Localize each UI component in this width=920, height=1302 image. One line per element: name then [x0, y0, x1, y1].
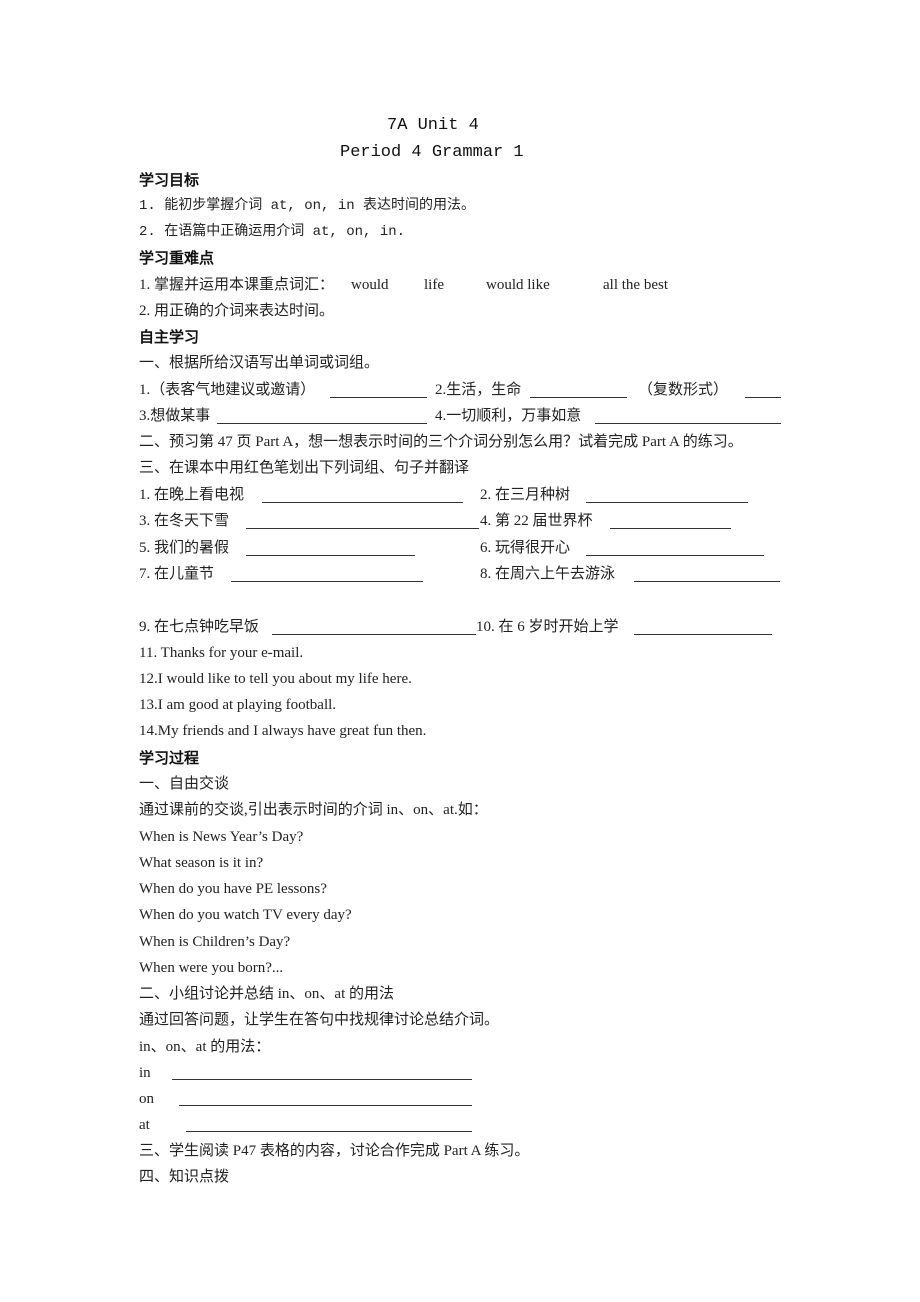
vocab-word: would — [351, 277, 389, 293]
answer-blank-in[interactable] — [172, 1079, 472, 1080]
phrase-item: 3. 在冬天下雪 — [139, 513, 230, 529]
phrase-item: 6. 玩得很开心 — [480, 540, 571, 556]
part2-title: 二、预习第 47 页 Part A，想一想表示时间的三个介词分别怎么用？试着完成… — [139, 434, 743, 450]
vocab-prompt: （复数形式） — [638, 382, 729, 398]
sentence-item: 11. Thanks for your e-mail. — [139, 645, 304, 661]
step4-title: 四、知识点拨 — [139, 1169, 230, 1185]
phrase-item: 9. 在七点钟吃早饭 — [139, 619, 260, 635]
phrase-item: 4. 第 22 届世界杯 — [480, 513, 593, 529]
key-point-item-1: 1. 掌握并运用本课重点词汇： — [139, 277, 335, 293]
objective-item: 2. 在语篇中正确运用介词 at, on, in. — [139, 224, 406, 240]
phrase-item: 5. 我们的暑假 — [139, 540, 230, 556]
document-title: 7A Unit 4 — [387, 116, 479, 135]
answer-blank[interactable] — [586, 502, 748, 503]
key-points-heading: 学习重难点 — [139, 249, 215, 267]
question-item: When is News Year’s Day? — [139, 829, 304, 845]
key-point-item-2: 2. 用正确的介词来表达时间。 — [139, 303, 335, 319]
question-item: When were you born?... — [139, 960, 284, 976]
answer-blank-at[interactable] — [186, 1131, 472, 1132]
usage-label-at: at — [139, 1117, 150, 1133]
answer-blank[interactable] — [586, 555, 764, 556]
phrase-item: 10. 在 6 岁时开始上学 — [476, 619, 619, 635]
answer-blank[interactable] — [610, 528, 731, 529]
step1-intro: 通过课前的交谈,引出表示时间的介词 in、on、at.如： — [139, 802, 488, 818]
vocab-prompt: 3.想做某事 — [139, 408, 211, 424]
answer-blank[interactable] — [595, 423, 781, 424]
question-item: What season is it in? — [139, 855, 264, 871]
usage-label-in: in — [139, 1065, 151, 1081]
usage-title: in、on、at 的用法： — [139, 1039, 271, 1055]
step3-title: 三、学生阅读 P47 表格的内容，讨论合作完成 Part A 练习。 — [139, 1143, 530, 1159]
sentence-item: 12.I would like to tell you about my lif… — [139, 671, 412, 687]
vocab-prompt: 4.一切顺利，万事如意 — [435, 408, 582, 424]
vocab-word: all the best — [603, 277, 668, 293]
phrase-item: 8. 在周六上午去游泳 — [480, 566, 616, 582]
objectives-heading: 学习目标 — [139, 171, 200, 189]
answer-blank[interactable] — [745, 397, 781, 398]
phrase-item: 7. 在儿童节 — [139, 566, 215, 582]
answer-blank[interactable] — [330, 397, 427, 398]
answer-blank-on[interactable] — [179, 1105, 472, 1106]
answer-blank[interactable] — [272, 634, 476, 635]
objective-item: 1. 能初步掌握介词 at, on, in 表达时间的用法。 — [139, 198, 476, 214]
question-item: When is Children’s Day? — [139, 934, 291, 950]
usage-label-on: on — [139, 1091, 154, 1107]
answer-blank[interactable] — [634, 581, 780, 582]
step2-title: 二、小组讨论并总结 in、on、at 的用法 — [139, 986, 394, 1002]
process-heading: 学习过程 — [139, 749, 200, 767]
vocab-prompt: 2.生活，生命 — [435, 382, 522, 398]
answer-blank[interactable] — [634, 634, 772, 635]
sentence-item: 14.My friends and I always have great fu… — [139, 723, 427, 739]
vocab-prompt: 1.（表客气地建议或邀请） — [139, 382, 316, 398]
question-item: When do you watch TV every day? — [139, 907, 352, 923]
sentence-item: 13.I am good at playing football. — [139, 697, 337, 713]
question-item: When do you have PE lessons? — [139, 881, 327, 897]
answer-blank[interactable] — [231, 581, 423, 582]
phrase-item: 1. 在晚上看电视 — [139, 487, 245, 503]
document-subtitle: Period 4 Grammar 1 — [340, 143, 524, 162]
part3-title: 三、在课本中用红色笔划出下列词组、句子并翻译 — [139, 460, 470, 476]
vocab-word: life — [424, 277, 444, 293]
vocab-word: would like — [486, 277, 550, 293]
answer-blank[interactable] — [246, 555, 415, 556]
self-study-heading: 自主学习 — [139, 328, 200, 346]
answer-blank[interactable] — [530, 397, 627, 398]
step2-intro: 通过回答问题，让学生在答句中找规律讨论总结介词。 — [139, 1012, 500, 1028]
phrase-item: 2. 在三月种树 — [480, 487, 571, 503]
part1-title: 一、根据所给汉语写出单词或词组。 — [139, 355, 380, 371]
answer-blank[interactable] — [217, 423, 427, 424]
answer-blank[interactable] — [246, 528, 479, 529]
step1-title: 一、自由交谈 — [139, 776, 230, 792]
answer-blank[interactable] — [262, 502, 463, 503]
worksheet-page: 7A Unit 4 Period 4 Grammar 1 学习目标 1. 能初步… — [0, 0, 920, 1302]
